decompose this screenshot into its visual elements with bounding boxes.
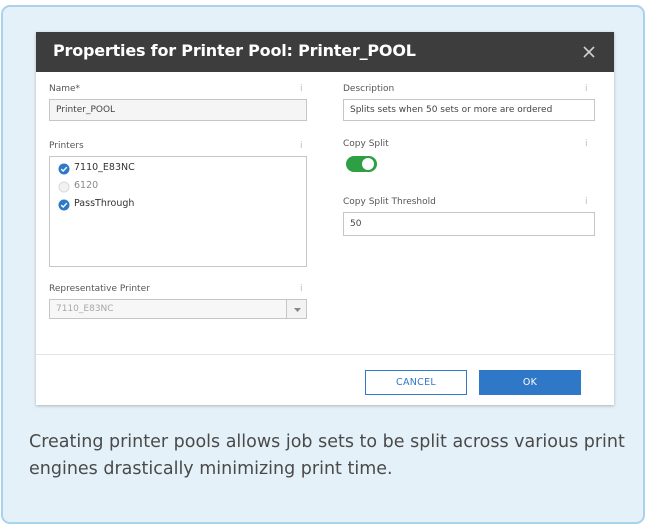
printer-item-label: PassThrough xyxy=(74,198,135,209)
dialog-title-bar: Properties for Printer Pool: Printer_POO… xyxy=(36,32,614,72)
printers-label: Printers xyxy=(49,141,84,151)
name-field[interactable]: Printer_POOL xyxy=(49,99,307,121)
copy-split-threshold-field[interactable]: 50 xyxy=(343,212,595,236)
representative-printer-dropdown-button[interactable] xyxy=(286,299,307,319)
copy-split-threshold-info-icon: i xyxy=(585,197,588,207)
representative-printer-select[interactable]: 7110_E83NC xyxy=(49,299,287,319)
description-info-icon: i xyxy=(585,84,588,94)
close-icon[interactable] xyxy=(576,39,602,65)
copy-split-info-icon: i xyxy=(585,139,588,149)
toggle-knob xyxy=(362,158,374,170)
representative-printer-label: Representative Printer xyxy=(49,284,150,294)
check-circle-icon xyxy=(58,199,70,211)
name-label: Name* xyxy=(49,84,81,94)
description-field[interactable]: Splits sets when 50 sets or more are ord… xyxy=(343,99,595,121)
representative-printer-info-icon: i xyxy=(300,284,303,294)
info-card: Properties for Printer Pool: Printer_POO… xyxy=(1,5,645,524)
copy-split-toggle[interactable] xyxy=(346,156,377,172)
footer-divider xyxy=(36,354,614,355)
printer-item-label: 7110_E83NC xyxy=(74,162,135,173)
dialog-title: Properties for Printer Pool: Printer_POO… xyxy=(53,41,416,60)
caption-text: Creating printer pools allows job sets t… xyxy=(29,432,625,479)
printer-item-label: 6120 xyxy=(74,180,99,191)
unchecked-circle-icon xyxy=(58,181,70,193)
printers-list: 7110_E83NC 6120 PassThrough xyxy=(49,156,307,267)
copy-split-threshold-label: Copy Split Threshold xyxy=(343,197,436,207)
name-info-icon: i xyxy=(300,84,303,94)
printer-pool-properties-dialog: Properties for Printer Pool: Printer_POO… xyxy=(36,32,614,405)
description-label: Description xyxy=(343,84,395,94)
printers-info-icon: i xyxy=(300,141,303,151)
ok-button[interactable]: OK xyxy=(479,370,581,395)
check-circle-icon xyxy=(58,163,70,175)
chevron-down-icon xyxy=(294,308,301,312)
copy-split-label: Copy Split xyxy=(343,139,389,149)
cancel-button[interactable]: CANCEL xyxy=(365,370,467,395)
